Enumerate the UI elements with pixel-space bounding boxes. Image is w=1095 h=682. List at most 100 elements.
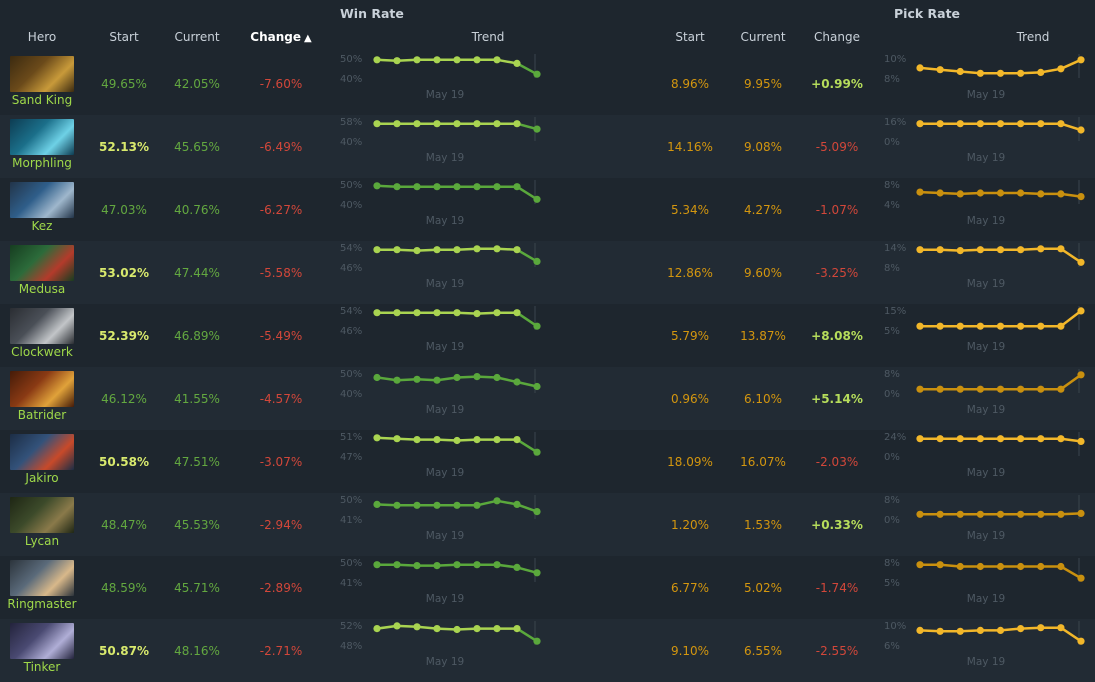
wr-trend-point[interactable]: [413, 375, 421, 383]
wr-trend-point[interactable]: [433, 120, 441, 128]
wr-trend-point[interactable]: [513, 120, 521, 128]
column-header-wr-current[interactable]: Current: [174, 30, 219, 44]
hero-portrait[interactable]: [10, 119, 74, 155]
wr-trend-point[interactable]: [453, 625, 461, 634]
hero-portrait[interactable]: [10, 623, 74, 659]
hero-name[interactable]: Lycan: [0, 534, 84, 548]
pr-trend-point[interactable]: [1057, 624, 1065, 632]
pr-trend-point[interactable]: [1057, 120, 1065, 128]
wr-trend-point[interactable]: [513, 183, 521, 191]
pr-trend-point[interactable]: [1037, 190, 1045, 198]
wr-trend-point[interactable]: [513, 563, 521, 571]
wr-trend-point[interactable]: [373, 182, 381, 190]
wr-trend-point[interactable]: [393, 561, 401, 569]
pr-trend-point[interactable]: [996, 322, 1005, 330]
pr-trend-point[interactable]: [1017, 625, 1025, 633]
pr-trend-point[interactable]: [996, 189, 1005, 197]
wr-trend-point[interactable]: [533, 70, 541, 78]
pr-trend-point[interactable]: [996, 246, 1005, 254]
wr-trend-point[interactable]: [393, 501, 401, 509]
pr-trend-point[interactable]: [1077, 637, 1085, 645]
pr-trend-point[interactable]: [976, 626, 984, 634]
pr-trend-point[interactable]: [1017, 562, 1025, 571]
table-row[interactable]: Batrider 46.12% 41.55% -4.57% 50% 40% May 19 0.…: [0, 367, 1095, 430]
wr-trend-point[interactable]: [513, 500, 521, 508]
wr-trend-point[interactable]: [413, 56, 421, 64]
pr-trend-point[interactable]: [916, 435, 924, 443]
column-header-wr-change[interactable]: Change ▲: [250, 30, 311, 44]
wr-trend-point[interactable]: [393, 183, 401, 191]
hero-name[interactable]: Ringmaster: [0, 597, 84, 611]
pr-trend-point[interactable]: [1077, 371, 1085, 379]
pr-trend-point[interactable]: [1057, 510, 1065, 518]
wr-trend-point[interactable]: [513, 59, 521, 67]
hero-name[interactable]: Medusa: [0, 282, 84, 296]
wr-trend-point[interactable]: [493, 436, 501, 444]
pr-trend-point[interactable]: [956, 322, 964, 330]
pr-trend-point[interactable]: [996, 120, 1005, 128]
pr-trend-point[interactable]: [1037, 322, 1045, 330]
wr-trend-point[interactable]: [493, 120, 501, 128]
wr-trend-point[interactable]: [453, 120, 461, 128]
hero-portrait[interactable]: [10, 182, 74, 218]
wr-trend-point[interactable]: [433, 376, 441, 384]
wr-trend-point[interactable]: [473, 373, 481, 381]
wr-trend-point[interactable]: [433, 183, 441, 191]
column-header-pr-start[interactable]: Start: [675, 30, 704, 44]
pr-trend-point[interactable]: [916, 626, 924, 634]
wr-trend-point[interactable]: [493, 183, 501, 191]
wr-trend-point[interactable]: [393, 57, 401, 65]
wr-trend-point[interactable]: [433, 309, 441, 317]
wr-trend-point[interactable]: [493, 56, 501, 64]
pr-trend-point[interactable]: [956, 67, 964, 76]
pr-trend-point[interactable]: [956, 627, 964, 635]
pr-trend-point[interactable]: [1077, 574, 1085, 582]
table-row[interactable]: Kez 47.03% 40.76% -6.27% 50% 40% May 19 5.34% 4.…: [0, 178, 1095, 241]
pr-trend-point[interactable]: [956, 190, 964, 198]
table-row[interactable]: Medusa 53.02% 47.44% -5.58% 54% 46% May 19 12.8…: [0, 241, 1095, 304]
wr-trend-point[interactable]: [413, 501, 421, 509]
pr-trend-point[interactable]: [916, 561, 924, 569]
hero-portrait[interactable]: [10, 371, 74, 407]
pr-trend-point[interactable]: [956, 562, 964, 571]
hero-name[interactable]: Kez: [0, 219, 84, 233]
hero-portrait[interactable]: [10, 560, 74, 596]
wr-trend-point[interactable]: [453, 561, 461, 569]
pr-trend-point[interactable]: [1017, 385, 1025, 393]
wr-trend-point[interactable]: [513, 436, 521, 444]
pr-trend-point[interactable]: [1077, 56, 1085, 64]
hero-name[interactable]: Sand King: [0, 93, 84, 107]
pr-trend-point[interactable]: [1057, 190, 1065, 198]
wr-trend-point[interactable]: [453, 501, 461, 509]
pr-trend-point[interactable]: [936, 385, 944, 393]
table-row[interactable]: Jakiro 50.58% 47.51% -3.07% 51% 47% May 19 18.0…: [0, 430, 1095, 493]
wr-trend-point[interactable]: [433, 625, 441, 633]
pr-trend-point[interactable]: [1077, 437, 1085, 445]
wr-trend-point[interactable]: [373, 434, 381, 442]
hero-name[interactable]: Morphling: [0, 156, 84, 170]
pr-trend-point[interactable]: [1017, 69, 1025, 77]
wr-trend-point[interactable]: [453, 56, 461, 64]
wr-trend-point[interactable]: [473, 183, 481, 191]
wr-trend-point[interactable]: [413, 247, 421, 255]
hero-portrait[interactable]: [10, 56, 74, 92]
pr-trend-point[interactable]: [936, 189, 944, 197]
wr-trend-point[interactable]: [473, 561, 481, 569]
wr-trend-point[interactable]: [433, 436, 441, 444]
table-row[interactable]: Clockwerk 52.39% 46.89% -5.49% 54% 46% May 19 5…: [0, 304, 1095, 367]
pr-trend-point[interactable]: [1017, 189, 1025, 197]
wr-trend-point[interactable]: [493, 497, 501, 505]
pr-trend-point[interactable]: [976, 510, 984, 518]
pr-trend-point[interactable]: [1037, 562, 1045, 571]
pr-trend-point[interactable]: [1077, 509, 1085, 517]
wr-trend-point[interactable]: [453, 373, 461, 382]
pr-trend-point[interactable]: [976, 562, 984, 571]
pr-trend-point[interactable]: [1017, 322, 1025, 330]
pr-trend-point[interactable]: [1057, 562, 1065, 571]
pr-trend-point[interactable]: [916, 188, 924, 196]
pr-trend-point[interactable]: [1077, 193, 1085, 201]
pr-trend-point[interactable]: [956, 120, 964, 128]
pr-trend-point[interactable]: [936, 435, 944, 443]
wr-trend-point[interactable]: [533, 382, 541, 391]
column-header-hero[interactable]: Hero: [28, 30, 56, 44]
